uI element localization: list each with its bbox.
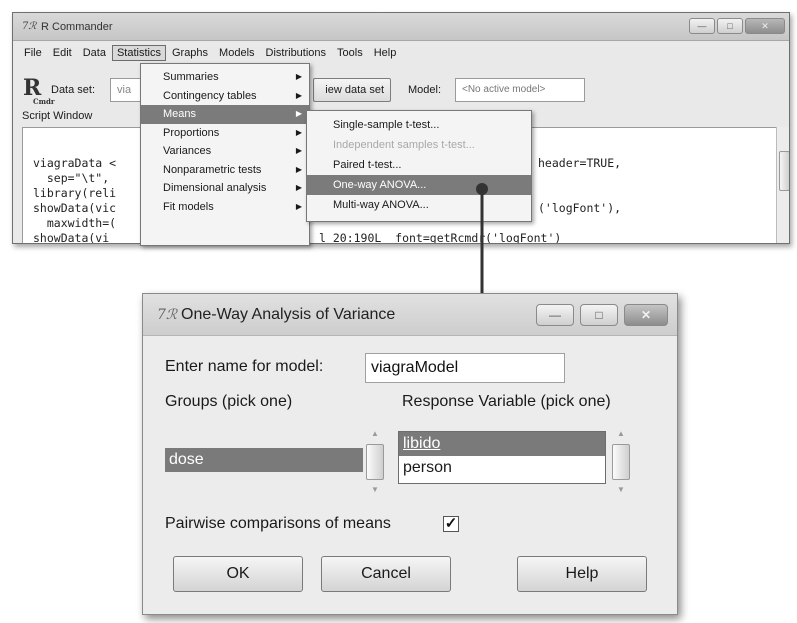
one-way-anova-dialog: 7ℛ One-Way Analysis of Variance — □ ✕ En…	[142, 293, 678, 615]
dialog-title: One-Way Analysis of Variance	[181, 306, 396, 323]
dialog-maximize-button[interactable]: □	[580, 304, 618, 326]
groups-scrollbar[interactable]: ▲ ▼	[365, 426, 385, 498]
model-name-input[interactable]	[365, 353, 565, 383]
groups-label: Groups (pick one)	[165, 393, 293, 410]
scrollbar-thumb[interactable]	[612, 444, 630, 480]
pairwise-comparisons-checkbox[interactable]: ✓	[443, 516, 459, 532]
scroll-up-icon[interactable]: ▲	[365, 426, 385, 442]
response-scrollbar[interactable]: ▲ ▼	[611, 426, 631, 498]
list-item-libido[interactable]: libido	[399, 432, 605, 456]
scroll-down-icon[interactable]: ▼	[365, 482, 385, 498]
dialog-close-button[interactable]: ✕	[624, 304, 668, 326]
dialog-titlebar: 7ℛ One-Way Analysis of Variance — □ ✕	[143, 294, 677, 336]
scrollbar-thumb[interactable]	[366, 444, 384, 480]
scroll-down-icon[interactable]: ▼	[611, 482, 631, 498]
groups-listbox[interactable]: dose	[165, 448, 363, 474]
dialog-minimize-button[interactable]: —	[536, 304, 574, 326]
model-name-label: Enter name for model:	[165, 358, 324, 375]
cancel-button[interactable]: Cancel	[321, 556, 451, 592]
response-variable-label: Response Variable (pick one)	[402, 393, 611, 410]
pairwise-comparisons-label: Pairwise comparisons of means	[165, 515, 391, 532]
list-item-person[interactable]: person	[399, 456, 605, 480]
ok-button[interactable]: OK	[173, 556, 303, 592]
scroll-up-icon[interactable]: ▲	[611, 426, 631, 442]
help-button[interactable]: Help	[517, 556, 647, 592]
response-variable-listbox[interactable]: libido person	[398, 431, 606, 484]
list-item-dose[interactable]: dose	[165, 448, 363, 472]
r-app-icon: 7ℛ	[157, 307, 178, 323]
